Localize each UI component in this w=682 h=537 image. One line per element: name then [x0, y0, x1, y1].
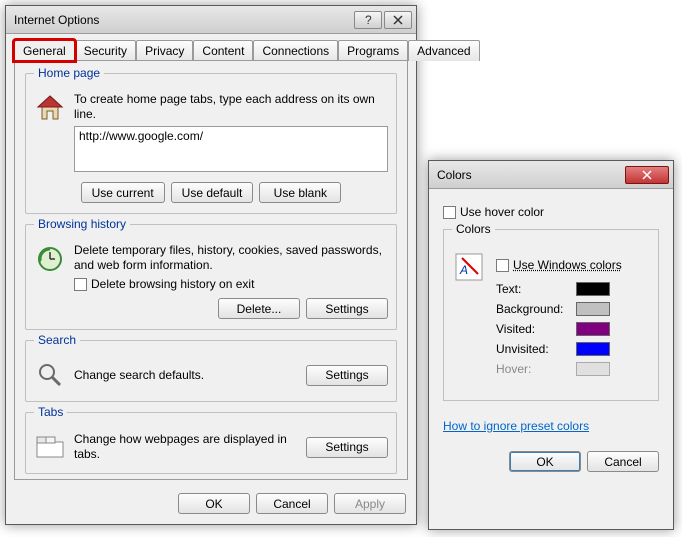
tab-general[interactable]: General: [14, 40, 75, 61]
home-icon: [34, 92, 66, 124]
window-title: Internet Options: [14, 13, 352, 27]
background-color-swatch[interactable]: [576, 302, 610, 316]
use-windows-colors-label: Use Windows colors: [513, 258, 622, 272]
tabs-icon: [34, 431, 66, 463]
tabs-desc: Change how webpages are displayed in tab…: [74, 432, 298, 462]
tab-programs[interactable]: Programs: [338, 40, 408, 61]
close-button[interactable]: [384, 11, 412, 29]
use-blank-button[interactable]: Use blank: [259, 182, 341, 203]
search-desc: Change search defaults.: [74, 368, 298, 383]
unvisited-color-swatch[interactable]: [576, 342, 610, 356]
use-hover-label: Use hover color: [460, 205, 544, 219]
home-page-desc: To create home page tabs, type each addr…: [74, 92, 388, 122]
group-home-page: Home page To create home page tabs, type…: [25, 73, 397, 214]
colors-window-title: Colors: [437, 168, 623, 182]
group-tabs: Tabs Change how webpages are displayed i…: [25, 412, 397, 474]
search-icon: [34, 359, 66, 391]
delete-on-exit-checkbox[interactable]: [74, 278, 87, 291]
group-colors: Colors A Use Windows colors Text: Backgr…: [443, 229, 659, 401]
delete-button[interactable]: Delete...: [218, 298, 300, 319]
use-default-button[interactable]: Use default: [171, 182, 254, 203]
legend-search: Search: [34, 333, 80, 347]
ignore-preset-colors-link[interactable]: How to ignore preset colors: [443, 419, 589, 433]
colors-dialog: Colors Use hover color Colors A Use Wind…: [428, 160, 674, 530]
tab-content[interactable]: Content: [193, 40, 253, 61]
tab-security[interactable]: Security: [75, 40, 136, 61]
history-settings-button[interactable]: Settings: [306, 298, 388, 319]
use-hover-checkbox[interactable]: [443, 206, 456, 219]
text-color-label: Text:: [496, 282, 576, 296]
legend-appearance: Appearance: [34, 477, 107, 480]
use-current-button[interactable]: Use current: [81, 182, 165, 203]
group-search: Search Change search defaults. Settings: [25, 340, 397, 402]
tab-advanced[interactable]: Advanced: [408, 40, 479, 61]
svg-text:A: A: [459, 263, 468, 277]
colors-cancel-button[interactable]: Cancel: [587, 451, 659, 472]
text-color-swatch[interactable]: [576, 282, 610, 296]
use-windows-colors-checkbox[interactable]: [496, 259, 509, 272]
font-color-icon: A: [454, 252, 484, 285]
internet-options-dialog: Internet Options ? General Security Priv…: [5, 5, 417, 525]
svg-text:?: ?: [365, 15, 372, 25]
colors-close-button[interactable]: [625, 166, 669, 184]
ok-button[interactable]: OK: [178, 493, 250, 514]
browsing-history-desc: Delete temporary files, history, cookies…: [74, 243, 388, 273]
search-settings-button[interactable]: Settings: [306, 365, 388, 386]
legend-home-page: Home page: [34, 66, 104, 80]
tabs-settings-button[interactable]: Settings: [306, 437, 388, 458]
legend-colors: Colors: [452, 222, 495, 236]
history-icon: [34, 243, 66, 275]
home-page-url-input[interactable]: [74, 126, 388, 172]
group-browsing-history: Browsing history Delete temporary files,…: [25, 224, 397, 330]
background-color-label: Background:: [496, 302, 576, 316]
visited-color-swatch[interactable]: [576, 322, 610, 336]
delete-on-exit-label: Delete browsing history on exit: [91, 277, 254, 292]
help-button[interactable]: ?: [354, 11, 382, 29]
tab-privacy[interactable]: Privacy: [136, 40, 193, 61]
legend-browsing-history: Browsing history: [34, 217, 130, 231]
hover-color-label: Hover:: [496, 362, 576, 376]
tab-connections[interactable]: Connections: [253, 40, 338, 61]
dialog-button-row: OK Cancel Apply: [178, 493, 406, 514]
unvisited-color-label: Unvisited:: [496, 342, 576, 356]
tab-bar: General Security Privacy Content Connect…: [14, 40, 408, 61]
cancel-button[interactable]: Cancel: [256, 493, 328, 514]
tab-panel-general: Home page To create home page tabs, type…: [14, 60, 408, 480]
colors-titlebar: Colors: [429, 161, 673, 189]
titlebar: Internet Options ?: [6, 6, 416, 34]
legend-tabs: Tabs: [34, 405, 67, 419]
colors-ok-button[interactable]: OK: [509, 451, 581, 472]
visited-color-label: Visited:: [496, 322, 576, 336]
apply-button[interactable]: Apply: [334, 493, 406, 514]
hover-color-swatch: [576, 362, 610, 376]
